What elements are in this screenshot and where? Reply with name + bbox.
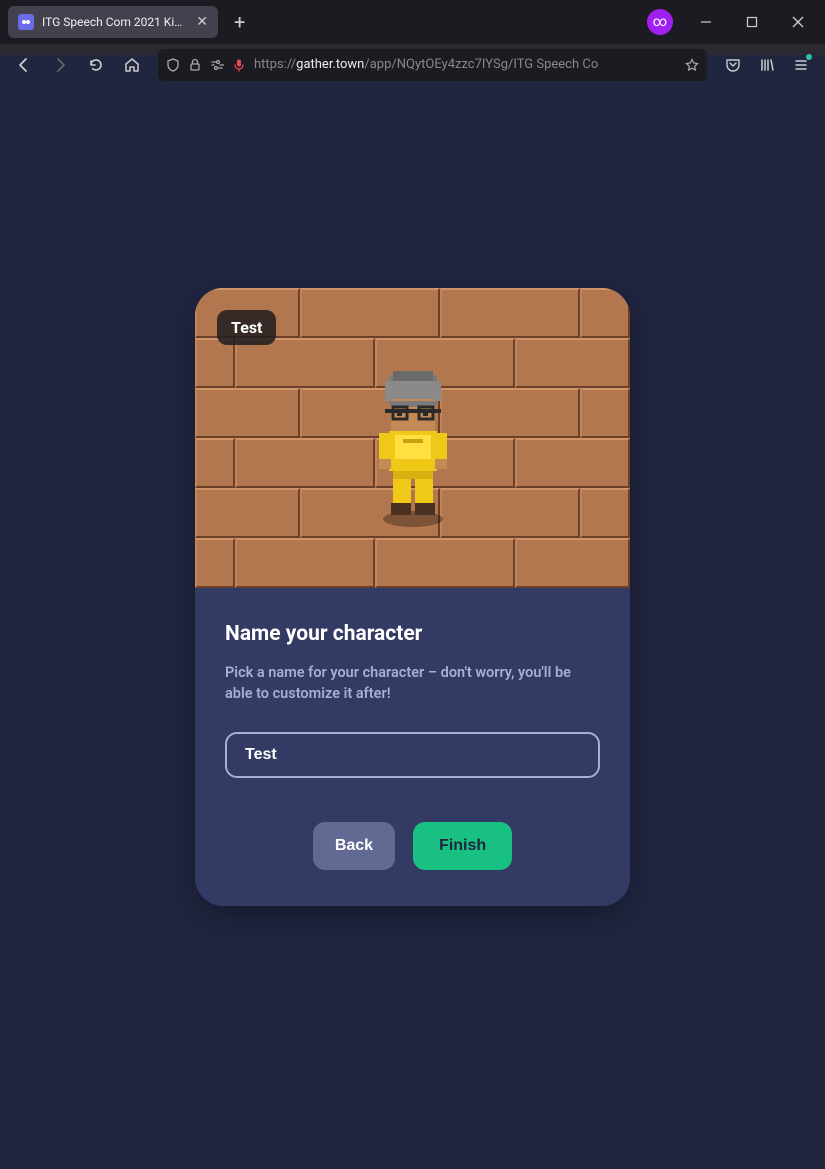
bookmark-star-icon[interactable] — [685, 58, 699, 72]
character-card: Test — [195, 288, 630, 906]
page-content: Test — [0, 55, 825, 1139]
character-avatar — [365, 371, 461, 535]
shield-icon[interactable] — [166, 58, 180, 72]
url-bar[interactable]: https://gather.town/app/NQytOEy4zzc7IYSg… — [158, 49, 707, 81]
minimize-button[interactable] — [683, 0, 729, 44]
browser-toolbar: https://gather.town/app/NQytOEy4zzc7IYSg… — [0, 44, 825, 85]
nav-back-button[interactable] — [8, 49, 40, 81]
page-title: Name your character — [225, 622, 600, 646]
pocket-icon[interactable] — [717, 49, 749, 81]
mask-icon: ∞ — [653, 14, 667, 30]
permissions-icon[interactable] — [210, 58, 224, 72]
back-button[interactable]: Back — [313, 822, 395, 870]
extension-icon[interactable]: ∞ — [647, 9, 673, 35]
nav-forward-button[interactable] — [44, 49, 76, 81]
library-icon[interactable] — [751, 49, 783, 81]
home-button[interactable] — [116, 49, 148, 81]
page-subtext: Pick a name for your character – don't w… — [225, 662, 600, 704]
character-name-badge: Test — [217, 310, 276, 345]
finish-button[interactable]: Finish — [413, 822, 512, 870]
form-area: Name your character Pick a name for your… — [195, 588, 630, 906]
new-tab-button[interactable]: + — [222, 10, 257, 34]
url-text: https://gather.town/app/NQytOEy4zzc7IYSg… — [254, 57, 677, 72]
lock-icon[interactable] — [188, 58, 202, 72]
tab-close-icon[interactable]: ✕ — [196, 14, 208, 30]
reload-button[interactable] — [80, 49, 112, 81]
microphone-icon[interactable] — [232, 58, 246, 72]
tab-favicon — [18, 14, 34, 30]
maximize-button[interactable] — [729, 0, 775, 44]
button-row: Back Finish — [225, 822, 600, 870]
tab-title: ITG Speech Com 2021 Kiel | Gath — [42, 15, 188, 29]
notification-dot-icon — [806, 54, 812, 60]
window-titlebar: ITG Speech Com 2021 Kiel | Gath ✕ + ∞ — [0, 0, 825, 44]
character-preview: Test — [195, 288, 630, 588]
window-controls — [683, 0, 821, 44]
character-name-input[interactable] — [225, 732, 600, 778]
close-window-button[interactable] — [775, 0, 821, 44]
app-menu-icon[interactable] — [785, 49, 817, 81]
browser-tab[interactable]: ITG Speech Com 2021 Kiel | Gath ✕ — [8, 6, 218, 38]
